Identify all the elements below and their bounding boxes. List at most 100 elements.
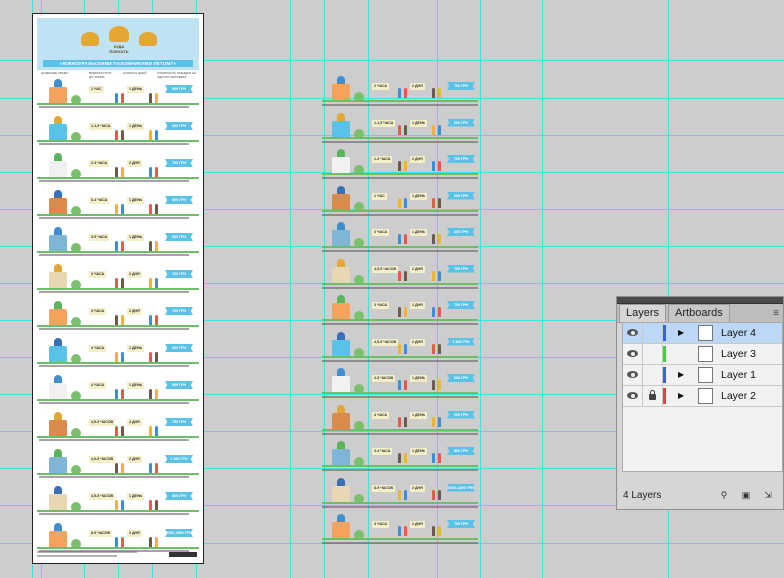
travel-time-label: 4,5-5 ЧАСОВ (89, 456, 116, 463)
infographic-row[interactable]: 1-1,5 ЧАСА 1 ДЕНЬ 600 ГРН (37, 112, 199, 150)
pilgrim-figure (432, 88, 435, 98)
infographic-row[interactable]: 4,5-5 ЧАСОВ 2 ДНЯ 1 500 ГРН (37, 445, 199, 483)
layer-name[interactable]: Layer 2 (721, 390, 756, 402)
infographic-strip[interactable]: 1-1,5 ЧАСА 1 ДЕНЬ 600 ГРН (320, 109, 480, 145)
expand-triangle-icon[interactable]: ▶ (678, 391, 684, 401)
make-clipping-mask-icon[interactable]: ▣ (740, 490, 752, 501)
pilgrim-figure (398, 343, 401, 354)
infographic-row[interactable]: 4,5-5 ЧАСОВ 2 ДНЯ 750 ГРН (37, 408, 199, 446)
panel-title-bar[interactable] (617, 297, 783, 304)
infographic-strip[interactable]: 3-5 ЧАСОВ 1 ДЕНЬ 600 ГРН (320, 364, 480, 400)
infographic-row[interactable]: 4 ЧАСА 1 ДЕНЬ 600 ГРН (37, 334, 199, 372)
infographic-row[interactable]: 4,5-5 ЧАСОВ 1 ДЕНЬ 800 ГРН (37, 482, 199, 520)
infographic-strip[interactable]: 3 ЧАСА 1 ДЕНЬ 600 ГРН (320, 218, 480, 254)
pilgrim-figure (121, 93, 124, 103)
pilgrim-figure (404, 307, 407, 317)
price-tag: 700 ГРН (447, 301, 475, 309)
panel-menu-icon[interactable]: ≡ (773, 305, 779, 322)
lock-toggle[interactable] (643, 386, 663, 406)
pilgrim-figure (121, 130, 124, 140)
footer-note (37, 555, 117, 557)
expand-triangle-icon[interactable]: ▶ (678, 370, 684, 380)
cupola-icon (337, 222, 345, 230)
layer-row[interactable]: ▶ Layer 4 (623, 323, 782, 344)
pilgrim-figure (438, 124, 441, 135)
infographic-row[interactable]: 3-4 ЧАСА 1 ДЕНЬ 800 ГРН (37, 186, 199, 224)
layer-row[interactable]: ▶ Layer 1 (623, 365, 782, 386)
infographic-row[interactable]: 4 ЧАСА 1 ДЕНЬ 800 ГРН (37, 371, 199, 409)
infographic-strip[interactable]: 3 ЧАСА 2 ДНЯ 700 ГРН (320, 510, 480, 546)
layer-name[interactable]: Layer 3 (721, 348, 756, 360)
visibility-toggle[interactable] (623, 365, 643, 385)
guide-vertical[interactable] (542, 0, 543, 578)
church-illustration (322, 257, 366, 285)
guide-vertical[interactable] (480, 0, 481, 578)
travel-time-label: 4,5-5 ЧАСОВ (89, 419, 116, 426)
infographic-strip[interactable]: 2 ЧАСА 2 ДНЯ 700 ГРН (320, 72, 480, 108)
guide-vertical[interactable] (290, 0, 291, 578)
infographic-strip[interactable]: 3-4 ЧАСА 1 ДЕНЬ 800 ГРН (320, 437, 480, 473)
document-canvas[interactable]: КУДА ПОЕХАТЬ «ЮЖНОУРАЛЬСКИМИ ПАЛОМНИКАМИ… (0, 0, 784, 578)
lock-toggle[interactable] (643, 344, 663, 364)
tab-artboards[interactable]: Artboards (668, 304, 730, 322)
layer-thumbnail (698, 346, 713, 362)
pilgrim-figure (149, 426, 152, 436)
pilgrim-figure (121, 167, 124, 177)
pilgrim-figure (121, 352, 124, 362)
layer-name[interactable]: Layer 1 (721, 369, 756, 381)
price-tag: 600 ГРН (447, 118, 475, 127)
pilgrim-figure (432, 307, 435, 317)
pilgrim-figure (149, 463, 152, 473)
pilgrim-figure (432, 343, 435, 354)
pilgrim-figure (155, 167, 158, 177)
layer-color-swatch (663, 346, 666, 362)
visibility-toggle[interactable] (623, 344, 643, 364)
infographic-strip[interactable]: 3 ЧАСА 1 ДЕНЬ 600 ГРН (320, 401, 480, 437)
pilgrim-figure (115, 500, 118, 510)
pilgrim-figure (121, 537, 124, 547)
create-sublayer-icon[interactable]: ⇲ (762, 490, 774, 501)
travel-time-label: 3-5 ЧАСОВ (372, 375, 396, 382)
layer-name[interactable]: Layer 4 (721, 327, 756, 339)
infographic-strip[interactable]: 8-9 ЧАСОВ 2 ДНЯ 1500-1800 ГРН (320, 474, 480, 510)
cupola-icon (337, 295, 345, 303)
pilgrim-figure (432, 197, 435, 208)
pilgrim-figure (115, 167, 118, 177)
visibility-toggle[interactable] (623, 386, 643, 406)
pilgrim-figure (438, 526, 441, 536)
church-illustration (39, 151, 83, 179)
header-title: КУДА ПОЕХАТЬ (95, 44, 143, 54)
price-tag: 700 ГРН (165, 307, 193, 315)
tab-layers[interactable]: Layers (619, 304, 667, 322)
locate-object-icon[interactable]: ⚲ (718, 490, 730, 501)
infographic-strip[interactable]: 4,5-5 ЧАСОВ 2 ДНЯ 1 500 ГРН (320, 328, 480, 364)
pilgrim-figure (121, 389, 124, 399)
pilgrim-figure (115, 93, 118, 103)
infographic-strip[interactable]: 3 ЧАСА 2 ДНЯ 700 ГРН (320, 291, 480, 327)
layer-row[interactable]: Layer 3 (623, 344, 782, 365)
layers-panel[interactable]: Layers Artboards ≡ ▶ Layer 4 Layer 3 ▶ Layer… (616, 296, 784, 510)
layer-row[interactable]: ▶ Layer 2 (623, 386, 782, 407)
infographic-strip[interactable]: 1 ЧАС 1 ДЕНЬ 600 ГРН (320, 182, 480, 218)
layers-list[interactable]: ▶ Layer 4 Layer 3 ▶ Layer 1 ▶ Layer 2 (622, 322, 783, 472)
church-illustration (39, 114, 83, 142)
cupola-icon (54, 79, 62, 87)
infographic-strip[interactable]: 4,5-5 ЧАСОВ 2 ДНЯ 700 ГРН (320, 255, 480, 291)
church-illustration (39, 336, 83, 364)
lock-toggle[interactable] (643, 323, 663, 343)
infographic-row[interactable]: 2-3 ЧАСА 2 ДНЯ 700 ГРН (37, 149, 199, 187)
visibility-toggle[interactable] (623, 323, 643, 343)
infographic-row[interactable]: 3 ЧАСА 2 ДНЯ 700 ГРН (37, 260, 199, 298)
infographic-artboard[interactable]: КУДА ПОЕХАТЬ «ЮЖНОУРАЛЬСКИМИ ПАЛОМНИКАМИ… (32, 13, 204, 564)
infographic-row[interactable]: 3 ЧАСА 2 ДНЯ 700 ГРН (37, 297, 199, 335)
infographic-row[interactable]: 3-5 ЧАСА 1 ДЕНЬ 600 ГРН (37, 223, 199, 261)
infographic-row[interactable]: 1 ЧАС 1 ДЕНЬ 500 ГРН (37, 75, 199, 113)
ground-line (322, 100, 478, 102)
expand-triangle-icon[interactable]: ▶ (678, 328, 684, 338)
lock-toggle[interactable] (643, 365, 663, 385)
travel-time-label: 8-9 ЧАСОВ (89, 530, 113, 537)
pilgrim-figure (149, 315, 152, 325)
description-text (322, 213, 478, 216)
infographic-strip[interactable]: 2-3 ЧАСА 2 ДНЯ 700 ГРН (320, 145, 480, 181)
infographic-header: КУДА ПОЕХАТЬ «ЮЖНОУРАЛЬСКИМИ ПАЛОМНИКАМИ… (37, 18, 199, 70)
